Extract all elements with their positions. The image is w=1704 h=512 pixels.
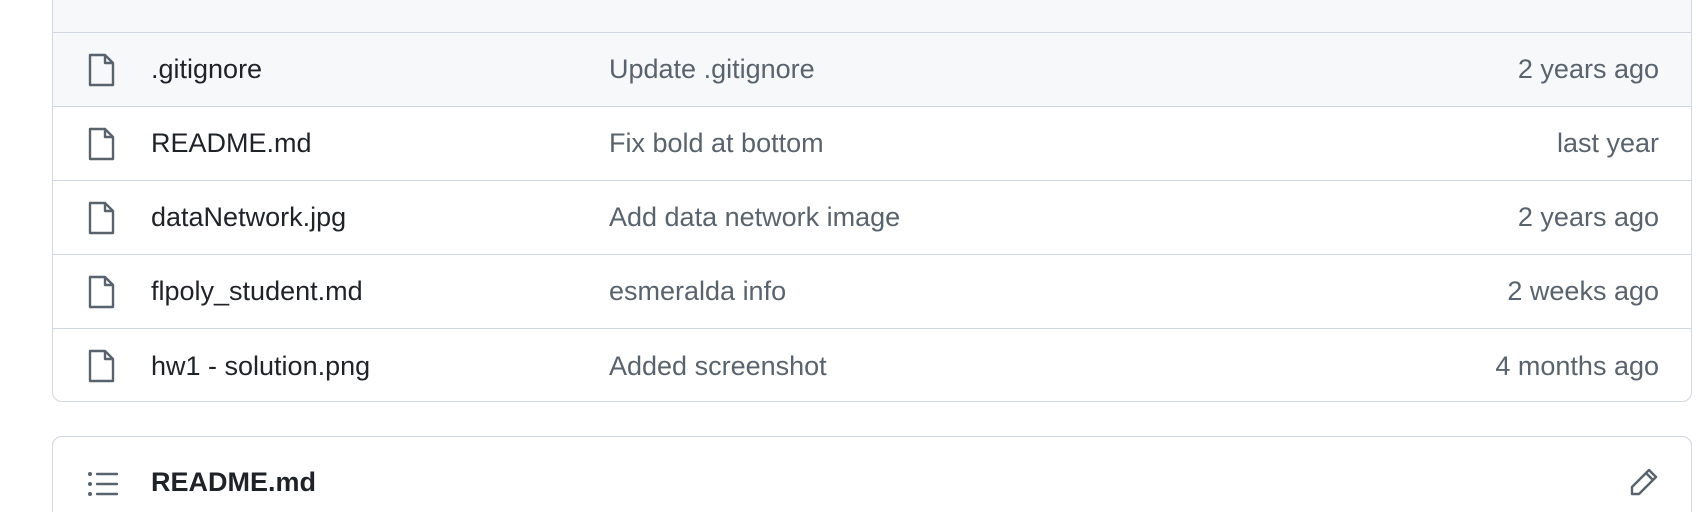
commit-message-link[interactable]: Update .gitignore (609, 54, 815, 85)
commit-message-link[interactable]: Fix bold at bottom (609, 128, 824, 159)
list-icon[interactable] (87, 470, 119, 498)
commit-message-link[interactable]: Added screenshot (609, 351, 827, 382)
commit-age: 2 weeks ago (1507, 276, 1659, 306)
table-row[interactable]: README.md Fix bold at bottom last year (53, 107, 1691, 181)
file-table: .gitignore Update .gitignore 2 years ago… (52, 0, 1692, 402)
table-row[interactable]: hw1 - solution.png Added screenshot 4 mo… (53, 329, 1691, 401)
file-name-link[interactable]: flpoly_student.md (151, 276, 363, 307)
file-icon (88, 275, 115, 308)
file-name-link[interactable]: README.md (151, 128, 312, 159)
file-icon (88, 201, 115, 234)
commit-message-link[interactable]: Add data network image (609, 202, 900, 233)
repository-files-view: .gitignore Update .gitignore 2 years ago… (0, 0, 1704, 512)
commit-age: 2 years ago (1517, 54, 1659, 84)
commit-age: last year (1556, 128, 1659, 158)
table-row[interactable]: .gitignore Update .gitignore 2 years ago (53, 33, 1691, 107)
file-name-link[interactable]: dataNetwork.jpg (151, 202, 346, 233)
file-icon (88, 127, 115, 160)
commit-message-link[interactable]: esmeralda info (609, 276, 786, 307)
file-icon (88, 349, 115, 383)
readme-title: README.md (151, 467, 317, 497)
commit-age: 2 years ago (1517, 202, 1659, 232)
file-name-link[interactable]: .gitignore (151, 54, 262, 85)
table-row[interactable]: flpoly_student.md esmeralda info 2 weeks… (53, 255, 1691, 329)
commit-age: 4 months ago (1495, 350, 1659, 381)
pencil-icon[interactable] (1629, 467, 1659, 497)
file-name-link[interactable]: hw1 - solution.png (151, 351, 370, 382)
file-icon (88, 53, 115, 86)
table-row[interactable]: dataNetwork.jpg Add data network image 2… (53, 181, 1691, 255)
readme-panel: README.md (52, 436, 1692, 512)
table-header-strip (53, 0, 1691, 33)
